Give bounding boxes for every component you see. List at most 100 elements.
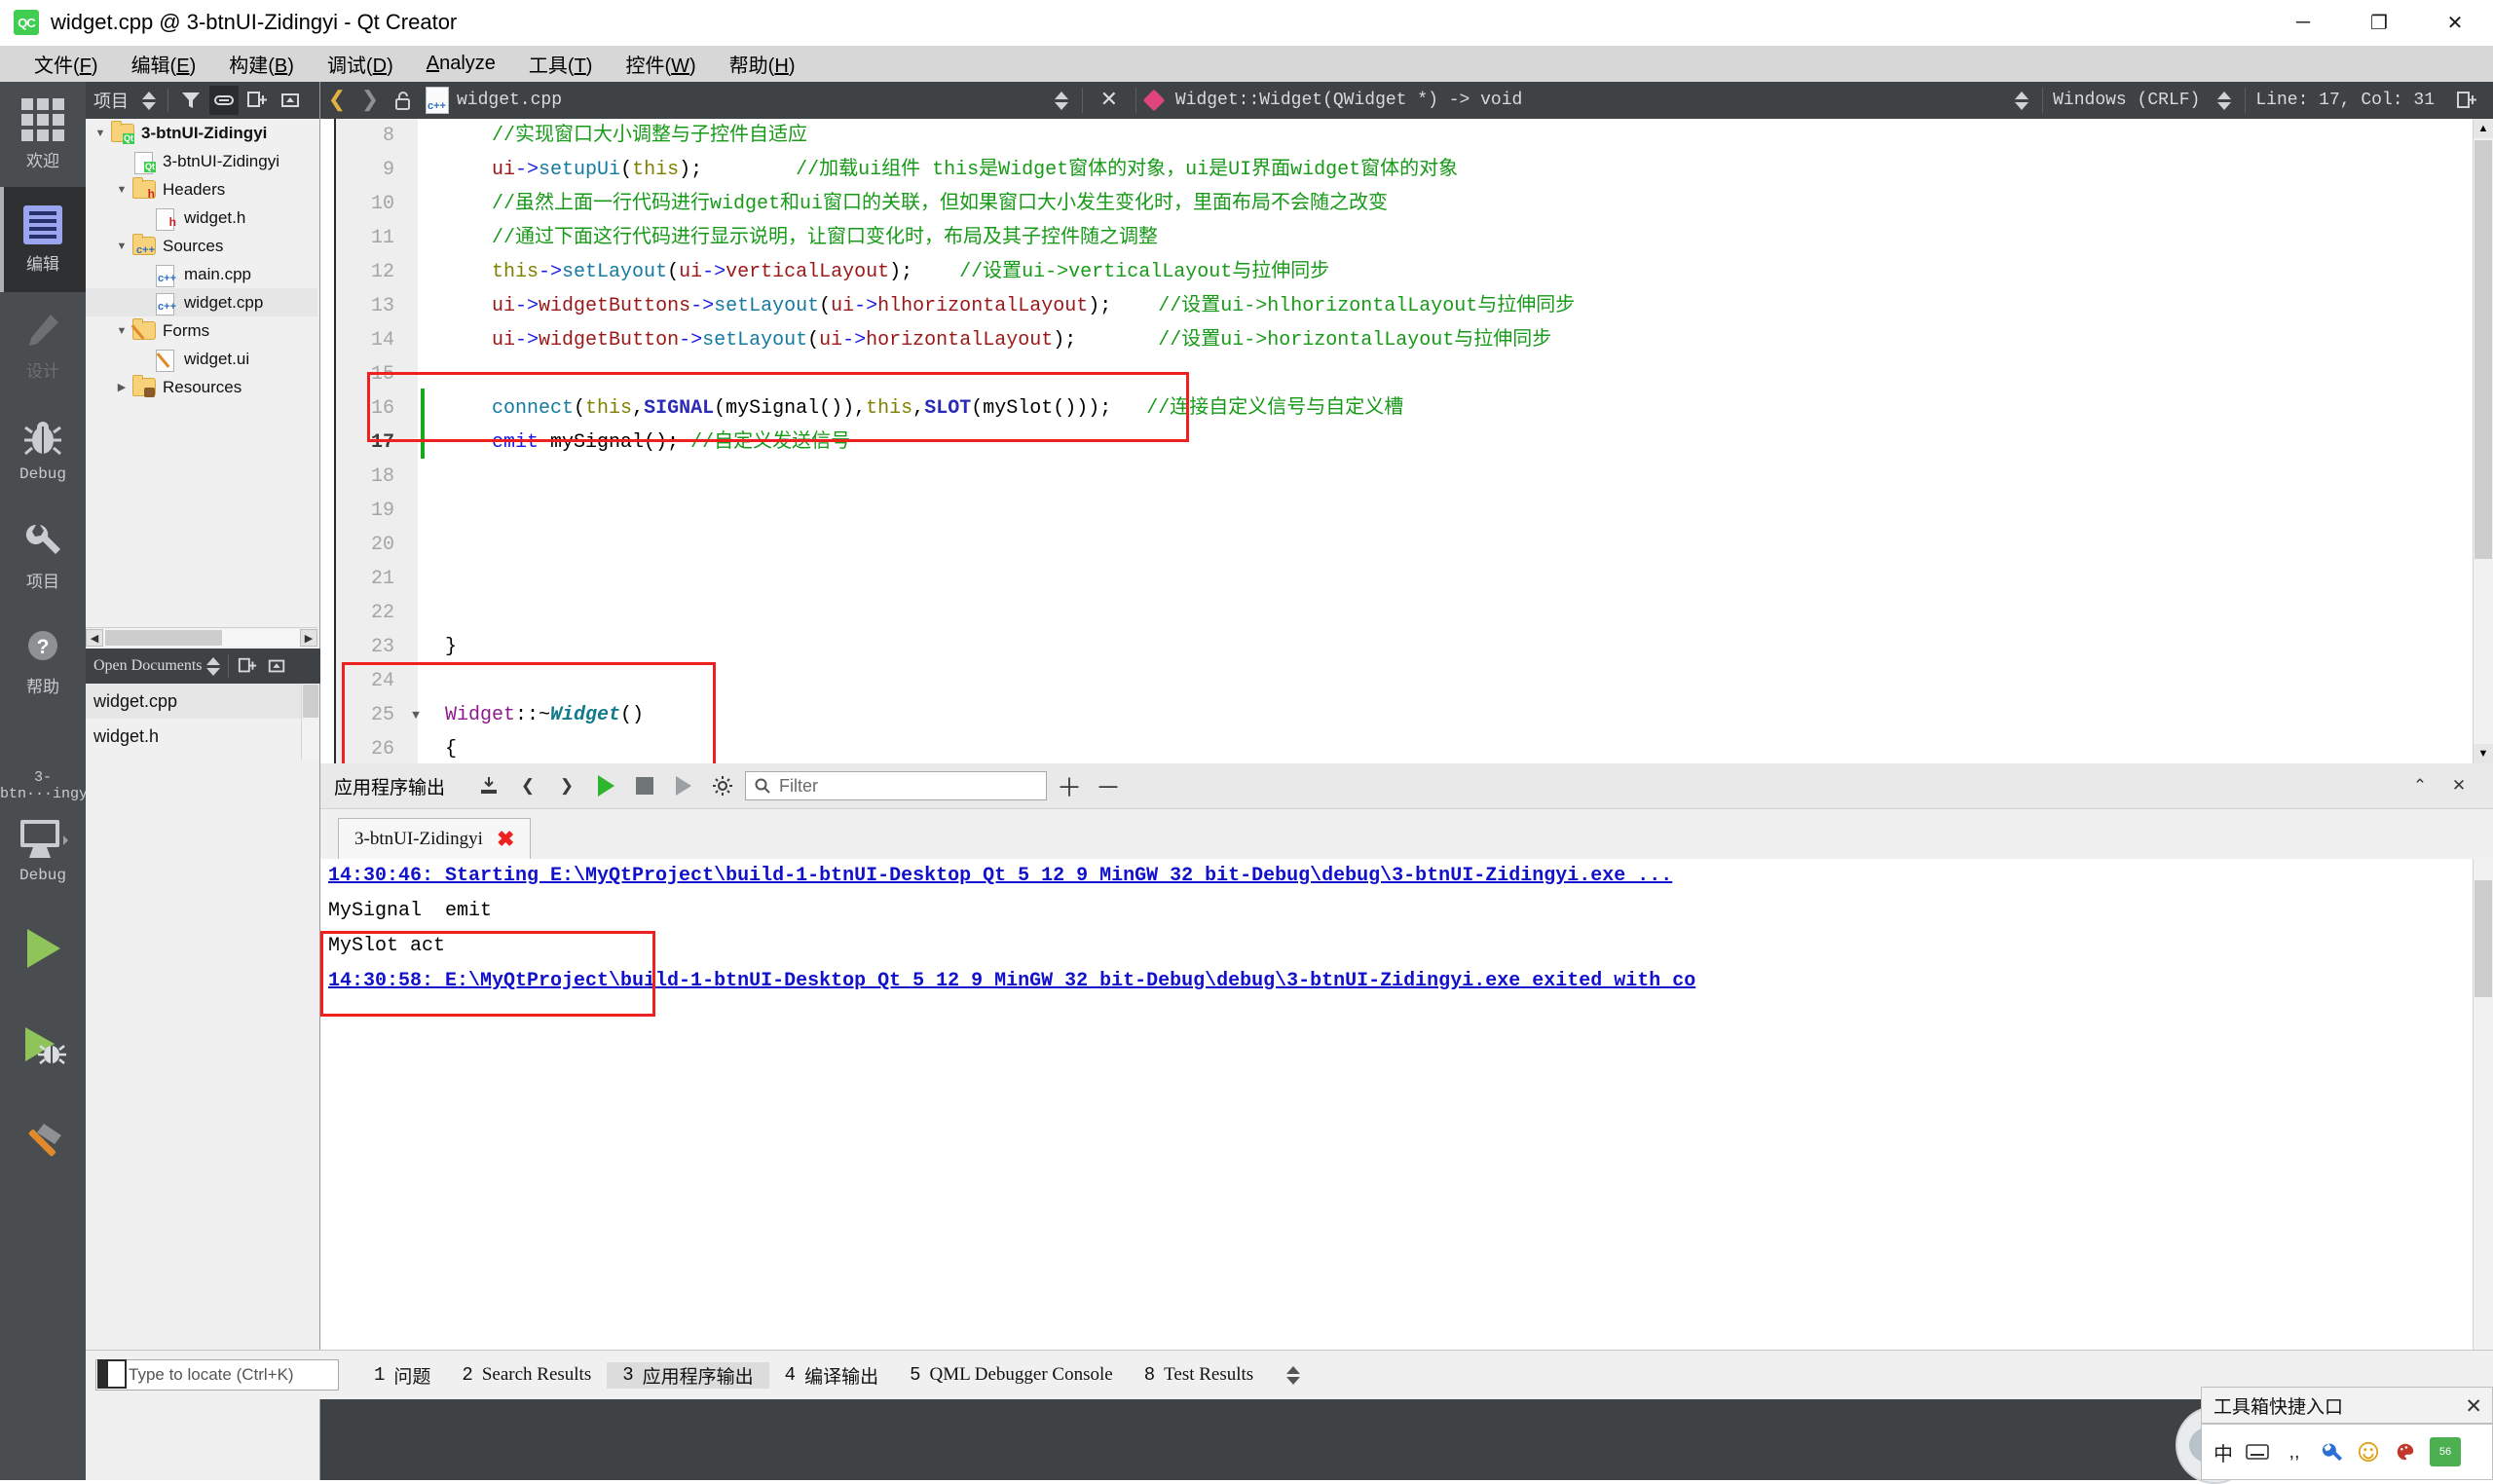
close-button[interactable]: ✕ (2417, 0, 2493, 45)
open-document-item[interactable]: widget.cpp (86, 684, 317, 719)
build-button[interactable] (0, 1094, 86, 1192)
zoom-out-icon[interactable]: － (1092, 770, 1125, 802)
code-line[interactable]: 16 connect(this,SIGNAL(mySignal()),this,… (320, 391, 2493, 426)
stop-output-icon[interactable] (628, 770, 661, 801)
open-documents-selector[interactable]: Open Documents (93, 657, 203, 675)
tree-item[interactable]: widget.ui (86, 345, 317, 373)
locator-input[interactable]: Type to locate (Ctrl+K) (95, 1359, 339, 1391)
output-vertical-scrollbar[interactable] (2473, 859, 2493, 1377)
keyboard-icon[interactable] (2245, 1439, 2270, 1465)
output-pane-tab-3[interactable]: 3 应用程序输出 (607, 1361, 769, 1389)
code-line[interactable]: 15 (320, 357, 2493, 391)
editor-vertical-scrollbar[interactable]: ▲ ▼ (2473, 119, 2493, 763)
smiley-icon[interactable] (2356, 1439, 2381, 1465)
rerun-output-icon[interactable] (667, 770, 700, 801)
scroll-left-icon[interactable]: ◀ (86, 629, 103, 647)
minimize-button[interactable]: ─ (2265, 0, 2341, 45)
output-pane-tab-4[interactable]: 4 编译输出 (769, 1362, 894, 1389)
code-line[interactable]: 18 (320, 460, 2493, 494)
sidebar-view-chevron-icon[interactable] (138, 91, 160, 110)
menu-item-3[interactable]: 构建(B) (212, 46, 311, 82)
output-pane-more-chevron-icon[interactable] (1283, 1365, 1304, 1385)
link-with-editor-icon[interactable] (209, 86, 239, 115)
menu-item-7[interactable]: 控件(W) (609, 46, 712, 82)
tree-item[interactable]: ▼ c++ Sources (86, 232, 317, 260)
attach-debugger-icon[interactable] (472, 770, 505, 801)
file-dropdown-chevron-icon[interactable] (1051, 91, 1072, 110)
menu-item-5[interactable]: Analyze (410, 49, 512, 79)
scroll-thumb[interactable] (2474, 140, 2492, 559)
output-pane-tab-8[interactable]: 8 Test Results (1129, 1364, 1270, 1386)
sidebar-view-selector[interactable]: 项目 (93, 88, 129, 113)
comma-icon[interactable]: ,, (2282, 1439, 2307, 1465)
wrench-icon[interactable] (2319, 1439, 2344, 1465)
mode-button-help[interactable]: ? 帮助 (0, 608, 86, 713)
code-line[interactable]: 21 (320, 562, 2493, 596)
chevron-down-icon[interactable]: ▼ (111, 241, 132, 252)
split-icon[interactable] (233, 651, 262, 681)
close-output-pane-icon[interactable]: ✕ (2442, 770, 2475, 801)
output-pane-tab-1[interactable]: 1 问题 (358, 1362, 446, 1389)
ime-mode-label[interactable]: 中 (2214, 1438, 2233, 1466)
menu-item-4[interactable]: 调试(D) (311, 46, 410, 82)
go-forward-icon[interactable]: ❯ (353, 84, 387, 117)
zoom-in-icon[interactable]: ＋ (1053, 770, 1086, 802)
tree-item[interactable]: ▼ h Headers (86, 175, 317, 204)
kit-selector-button[interactable]: Debug (0, 802, 86, 900)
output-link-line[interactable]: 14:30:58: E:\MyQtProject\build-1-btnUI-D… (328, 964, 2474, 999)
code-line[interactable]: 25 ▼ Widget::~Widget() (320, 698, 2493, 732)
line-ending-selector[interactable]: Windows (CRLF) (2053, 91, 2200, 110)
output-link-line[interactable]: 14:30:46: Starting E:\MyQtProject\build-… (328, 859, 2474, 894)
menu-item-6[interactable]: 工具(T) (512, 46, 610, 82)
mode-button-design[interactable]: 设计 (0, 292, 86, 397)
previous-item-icon[interactable]: ❮ (511, 770, 544, 801)
output-settings-gear-icon[interactable] (706, 770, 739, 801)
chevron-down-icon[interactable]: ▼ (111, 325, 132, 337)
scroll-down-icon[interactable]: ▼ (2474, 744, 2493, 763)
close-sidebar-icon[interactable] (276, 86, 305, 115)
code-editor[interactable]: 8 //实现窗口大小调整与子控件自适应 9 ui->setupUi(this); … (320, 119, 2493, 763)
output-text[interactable]: 14:30:46: Starting E:\MyQtProject\build-… (320, 859, 2474, 1377)
close-icon[interactable]: ✖ (497, 827, 514, 852)
chevron-right-icon[interactable]: ▶ (111, 381, 132, 393)
tree-item[interactable]: h widget.h (86, 204, 317, 232)
code-line[interactable]: 20 (320, 528, 2493, 562)
mode-button-edit[interactable]: 编辑 (0, 187, 86, 292)
code-line[interactable]: 13 ui->widgetButtons->setLayout(ui->hlho… (320, 289, 2493, 323)
current-file-chip[interactable]: c++ widget.cpp (420, 87, 562, 114)
split-editor-icon[interactable] (2450, 84, 2483, 117)
mode-button-debug[interactable]: Debug (0, 397, 86, 502)
code-line[interactable]: 26 { (320, 732, 2493, 763)
tree-item[interactable]: ▼ Forms (86, 316, 317, 345)
code-line[interactable]: 24 (320, 664, 2493, 698)
tree-item[interactable]: ▼ Qt 3-btnUI-Zidingyi (86, 119, 317, 147)
unlock-icon[interactable] (387, 84, 420, 117)
line-ending-chevron-icon[interactable] (2214, 91, 2235, 110)
code-line[interactable]: 19 (320, 494, 2493, 528)
code-line[interactable]: 22 (320, 596, 2493, 630)
scroll-track[interactable] (103, 629, 300, 647)
tree-item[interactable]: c++ widget.cpp (86, 288, 317, 316)
output-tab[interactable]: 3-btnUI-Zidingyi ✖ (338, 818, 532, 860)
next-item-icon[interactable]: ❯ (550, 770, 583, 801)
chevron-down-icon[interactable]: ▼ (111, 184, 132, 196)
code-line[interactable]: 8 //实现窗口大小调整与子控件自适应 (320, 119, 2493, 153)
maximize-button[interactable]: ❐ (2341, 0, 2417, 45)
badge-icon[interactable]: 56 (2430, 1437, 2461, 1466)
start-debugging-button[interactable] (0, 997, 86, 1094)
sidebar-horizontal-scrollbar[interactable]: ◀ ▶ (86, 627, 317, 648)
scroll-right-icon[interactable]: ▶ (300, 629, 317, 647)
toggle-sidebar-button[interactable] (97, 1359, 127, 1389)
menu-item-1[interactable]: 文件(F) (18, 46, 115, 82)
output-pane-tab-2[interactable]: 2 Search Results (446, 1364, 607, 1386)
open-documents-scrollbar[interactable] (301, 684, 319, 760)
run-output-icon[interactable] (589, 770, 622, 801)
tree-item[interactable]: ▶ Resources (86, 373, 317, 401)
code-line[interactable]: 17 emit mySignal(); //自定义发送信号 (320, 426, 2493, 460)
tree-item[interactable]: Qt 3-btnUI-Zidingyi (86, 147, 317, 175)
filter-icon[interactable] (176, 86, 205, 115)
mode-button-welcome[interactable]: 欢迎 (0, 82, 86, 187)
chevron-down-icon[interactable]: ▼ (90, 128, 111, 139)
fold-toggle-icon[interactable]: ▼ (404, 698, 428, 732)
scroll-thumb[interactable] (2474, 880, 2492, 997)
